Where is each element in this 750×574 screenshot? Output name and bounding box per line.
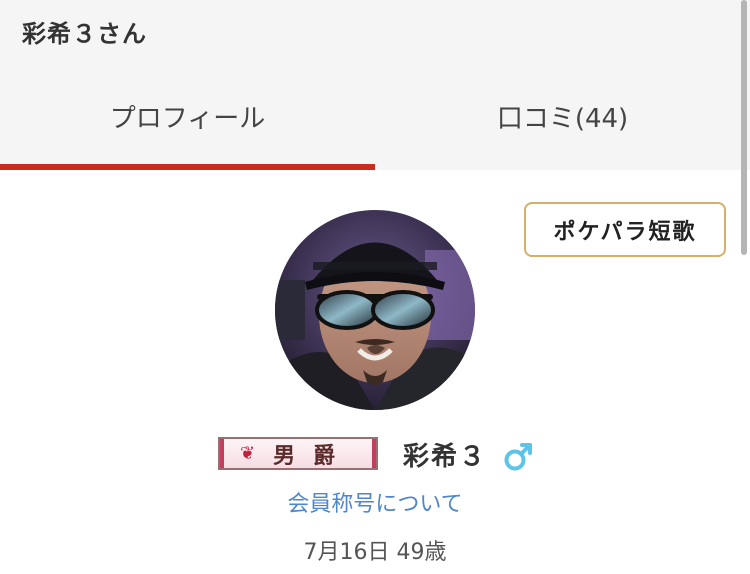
male-gender-icon	[504, 443, 532, 471]
badge-bar-left	[220, 439, 224, 468]
avatar[interactable]	[275, 210, 475, 410]
app-header: 彩希３さん プロフィール 口コミ(44)	[0, 0, 750, 170]
tab-profile[interactable]: プロフィール	[0, 98, 375, 138]
birthday-age: 7月16日 49歳	[303, 540, 447, 565]
page-title: 彩希３さん	[22, 20, 147, 48]
member-title-info-link[interactable]: 会員称号について	[0, 486, 750, 518]
active-tab-indicator	[0, 164, 375, 170]
user-name: 彩希３	[403, 442, 488, 472]
badge-bar-right	[372, 439, 376, 468]
scrollbar[interactable]	[741, 0, 747, 255]
avatar-photo	[275, 210, 475, 410]
rank-title: 男爵	[273, 442, 354, 469]
member-rank-badge: ❦ 男爵	[218, 437, 378, 470]
rank-emblem-icon: ❦	[240, 443, 256, 464]
tab-reviews[interactable]: 口コミ(44)	[375, 98, 750, 138]
poke-para-tanka-button[interactable]: ポケパラ短歌	[524, 202, 726, 257]
